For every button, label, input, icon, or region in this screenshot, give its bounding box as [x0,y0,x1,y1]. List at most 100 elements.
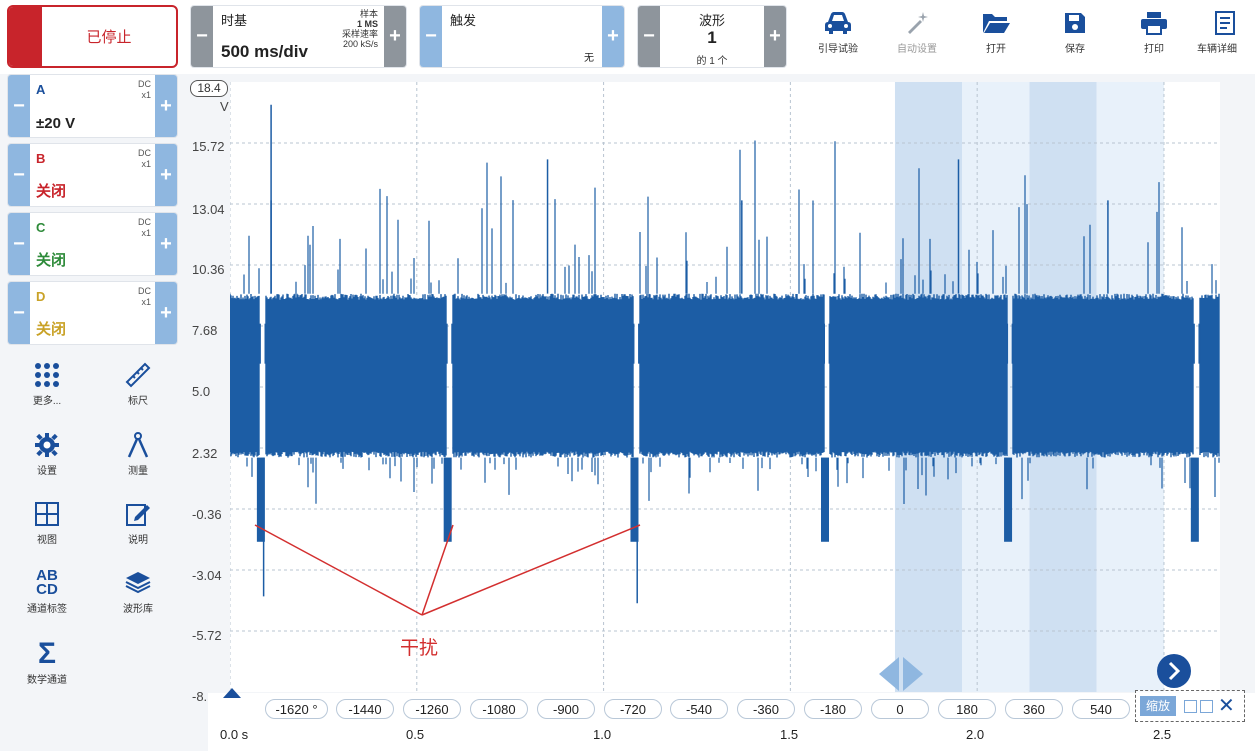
open-label: 打开 [986,44,1006,55]
degree-tick-label: -1080 [470,699,528,719]
waveform-library-button[interactable]: 波形库 [103,566,173,615]
timebase-decrease-button[interactable]: − [191,6,213,67]
print-icon [1119,6,1189,40]
top-toolbar: 已停止 − 时基 500 ms/div 样本 1 MS 采样速率 200 kS/… [0,0,1255,74]
channel-b-decrease-button[interactable]: − [8,144,30,206]
time-tick-label: 2.5 [1153,727,1172,742]
channel-a-decrease-button[interactable]: − [8,75,30,137]
y-tick-label: 2.32 [192,446,218,461]
math-channels-label: 数学通道 [27,675,67,686]
timebase-value[interactable]: 500 ms/div [221,42,308,62]
gear-icon [12,428,82,462]
channel-c-coupling: DC [138,217,151,227]
y-range-top-box[interactable]: 18.4 [190,80,228,97]
trigger-mode[interactable]: 无 [584,49,594,64]
time-tick-label: 1.5 [780,727,799,742]
sample-rate-value: 200 kS/s [342,39,378,49]
print-button[interactable]: 打印 [1119,6,1189,66]
open-button[interactable]: 打开 [961,6,1031,66]
waveform-library-label: 波形库 [123,604,153,615]
dots-grid-icon [12,358,82,392]
trigger-marker-icon[interactable] [221,686,243,700]
y-tick-label: 10.36 [192,262,225,277]
channel-c-name: C [36,220,46,235]
folder-icon [961,6,1031,40]
timebase-increase-button[interactable]: + [384,6,406,67]
channel-labels-label: 通道标签 [27,604,67,615]
zoom-label: 缩放 [1140,696,1177,716]
degree-tick-label: -900 [537,699,595,719]
degree-tick-label: -180 [804,699,862,719]
annotation-lines [254,524,641,616]
y-unit-label: V [220,99,229,114]
auto-setup-button[interactable]: 自动设置 [882,6,952,66]
ruler-handle-arrows[interactable] [875,655,927,693]
ruler-button[interactable]: 标尺 [103,358,173,407]
channel-d-range[interactable]: 关闭 [36,318,66,339]
channel-c-decrease-button[interactable]: − [8,213,30,275]
degree-tick-label: -360 [737,699,795,719]
notes-label: 说明 [128,535,148,546]
waveform-control: − 波形 1 的 1 个 + [637,5,787,68]
channel-d-increase-button[interactable]: + [155,282,177,344]
measure-label: 测量 [128,466,148,477]
scroll-right-icon[interactable] [1155,652,1193,690]
zoom-minimize-button[interactable] [1184,700,1197,713]
waveform-next-button[interactable]: + [764,6,786,67]
y-tick-label: -3.04 [192,568,222,583]
channel-a-range[interactable]: ±20 V [36,115,75,132]
channel-c-range[interactable]: 关闭 [36,249,66,270]
channel-labels-button[interactable]: AB CD 通道标签 [12,566,82,615]
channel-a-probe: x1 [141,90,151,100]
notes-button[interactable]: 说明 [103,497,173,546]
math-channels-button[interactable]: Σ 数学通道 [12,637,82,686]
channel-d-decrease-button[interactable]: − [8,282,30,344]
zoom-overview-box[interactable]: 缩放 ✕ [1135,690,1245,722]
waveform-prev-button[interactable]: − [638,6,660,67]
zoom-restore-button[interactable] [1200,700,1213,713]
vehicle-details-label: 车辆详细 [1197,44,1237,55]
trigger-decrease-button[interactable]: − [420,6,442,67]
y-tick-label: -5.72 [192,628,222,643]
degree-tick-label: -720 [604,699,662,719]
view-button[interactable]: 视图 [12,497,82,546]
y-tick-label: 5.0 [192,384,211,399]
more-button[interactable]: 更多... [12,358,82,407]
interference-dip [1190,457,1199,542]
channel-d-name: D [36,289,46,304]
channel-d-panel[interactable]: − D DC x1 关闭 + [7,281,178,345]
degree-tick-label: -1440 [336,699,394,719]
trigger-increase-button[interactable]: + [602,6,624,67]
y-tick-label: -8. [192,689,208,704]
guided-test-label: 引导试验 [818,44,858,55]
channel-a-name: A [36,82,46,97]
run-stop-button[interactable]: 已停止 [7,5,178,68]
settings-button[interactable]: 设置 [12,428,82,477]
degree-tick-label: -1260 [403,699,461,719]
waveform-library-icon [103,566,173,600]
samples-label: 样本 [359,9,378,19]
save-button[interactable]: 保存 [1040,6,1110,66]
channel-d-probe: x1 [141,297,151,307]
channel-c-panel[interactable]: − C DC x1 关闭 + [7,212,178,276]
degree-tick-label: 0 [871,699,929,719]
channel-b-probe: x1 [141,159,151,169]
channel-c-increase-button[interactable]: + [155,213,177,275]
timebase-title: 时基 [221,13,248,28]
channel-b-increase-button[interactable]: + [155,144,177,206]
grid-view-icon [12,497,82,531]
vehicle-details-button[interactable]: 车辆详细 [1195,6,1255,66]
view-label: 视图 [37,535,57,546]
channel-a-panel[interactable]: − A DC x1 ±20 V + [7,74,178,138]
channel-a-increase-button[interactable]: + [155,75,177,137]
channel-b-coupling: DC [138,148,151,158]
zoom-close-icon[interactable]: ✕ [1218,693,1235,718]
channel-b-panel[interactable]: − B DC x1 关闭 + [7,143,178,207]
measure-button[interactable]: 测量 [103,428,173,477]
channel-b-range[interactable]: 关闭 [36,180,66,201]
interference-dip [821,457,829,542]
more-label: 更多... [32,396,62,407]
degree-tick-label: -1620 ° [265,699,328,719]
y-tick-label: -0.36 [192,507,222,522]
guided-test-button[interactable]: 引导试验 [803,6,873,66]
